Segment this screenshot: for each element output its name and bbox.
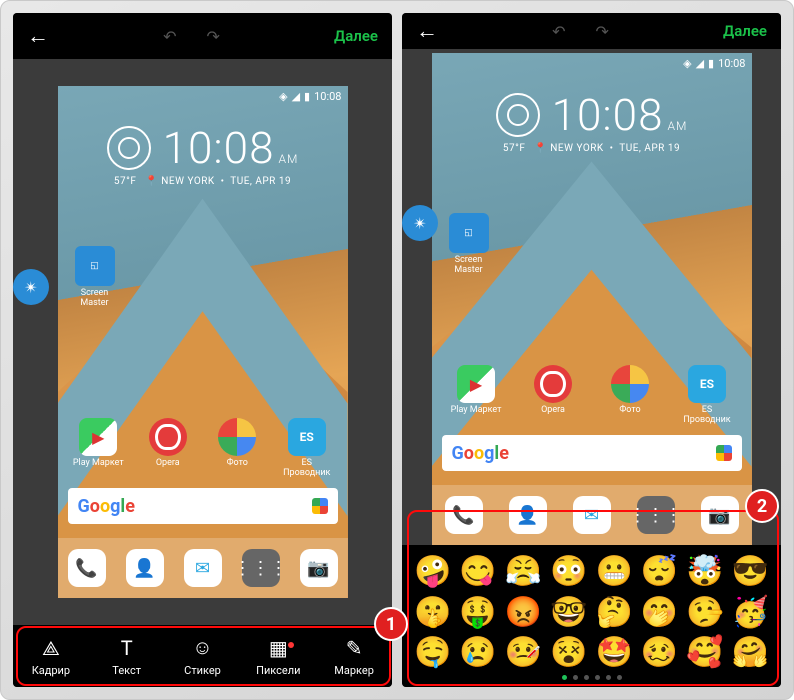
app-es[interactable]: ES Проводник [678, 365, 736, 425]
status-bar: ◈ ◢ ▮ 10:08 [58, 86, 348, 106]
wifi-icon: ◈ [279, 90, 287, 103]
app-play[interactable]: Play Маркет [69, 418, 127, 478]
screen-master-widget[interactable]: ◱Screen Master [444, 213, 494, 275]
battery-icon: ▮ [708, 57, 714, 70]
notification-dot [288, 642, 294, 648]
wifi-icon: ◈ [683, 57, 691, 70]
dock-phone[interactable]: 📞 [68, 549, 106, 587]
emoji-sticker[interactable]: 🤩 [594, 634, 635, 671]
back-button[interactable]: ← [416, 18, 438, 44]
emoji-sticker[interactable]: 🤒 [503, 634, 544, 671]
back-button[interactable]: ← [27, 23, 49, 49]
next-button[interactable]: Далее [334, 27, 378, 45]
dock-messages[interactable]: ✉ [184, 549, 222, 587]
undo-button[interactable]: ↶ [163, 27, 176, 46]
emoji-pager[interactable] [402, 673, 781, 687]
sticker-icon: ☺ [165, 635, 241, 660]
screen-master-widget[interactable]: ◱ Screen Master [70, 246, 120, 308]
redo-button[interactable]: ↷ [596, 22, 609, 41]
signal-icon: ◢ [292, 90, 300, 103]
emoji-panel: 🤪😋😤😳😬😴🤯😎 🤫🤑😡🤓🤔🤭🤥🥳 🤤😢🤒😵🤩🥴🥰🤗 [402, 545, 781, 687]
screen-master-icon: ◱ [75, 246, 115, 286]
emoji-sticker[interactable]: 😴 [639, 553, 680, 590]
emoji-sticker[interactable]: 🤤 [412, 634, 453, 671]
app-photo[interactable]: Фото [601, 365, 659, 425]
emoji-grid: 🤪😋😤😳😬😴🤯😎 🤫🤑😡🤓🤔🤭🤥🥳 🤤😢🤒😵🤩🥴🥰🤗 [402, 545, 781, 673]
dock-phone[interactable]: 📞 [445, 496, 483, 534]
google-search-bar[interactable]: Google [442, 435, 742, 471]
edit-canvas: ✴ ◈ ◢ ▮ 10:08 10:08AM 57°F 📍 NEW YORK • … [13, 59, 392, 625]
pixels-icon: ▦ [240, 636, 316, 660]
status-bar: ◈ ◢ ▮ 10:08 [432, 53, 752, 73]
dock-camera[interactable]: 📷 [300, 549, 338, 587]
dock-apps[interactable]: ⋮⋮⋮ [637, 496, 675, 534]
emoji-sticker[interactable]: 🤭 [639, 594, 680, 631]
app-photo[interactable]: Фото [208, 418, 266, 478]
weather-line: 57°F 📍 NEW YORK • TUE, APR 19 [58, 176, 348, 187]
marker-icon: ✎ [316, 636, 392, 660]
clock-widget: 10:08AM [58, 122, 348, 174]
callout-2: 2 [745, 489, 779, 523]
emoji-sticker[interactable]: 🤥 [684, 594, 725, 631]
emoji-sticker[interactable]: 😳 [548, 553, 589, 590]
app-opera[interactable]: Opera [139, 418, 197, 478]
dock-contacts[interactable]: 👤 [126, 549, 164, 587]
status-time: 10:08 [718, 57, 745, 70]
google-search-bar[interactable]: Google [68, 488, 338, 524]
phone-pane-right: ← ↶ ↷ Далее ✴ ◈ ◢ ▮ 10:08 10:08AM [402, 13, 781, 687]
app-play[interactable]: Play Маркет [447, 365, 505, 425]
emoji-sticker[interactable]: 😋 [457, 553, 498, 590]
emoji-sticker[interactable]: 😬 [594, 553, 635, 590]
tool-crop[interactable]: ⟁Кадрир [13, 636, 89, 677]
editor-topbar: ← ↶ ↷ Далее [13, 13, 392, 59]
emoji-sticker[interactable]: 🤗 [730, 634, 771, 671]
emoji-sticker[interactable]: 😡 [503, 594, 544, 631]
editor-topbar: ← ↶ ↷ Далее [402, 13, 781, 49]
app-es[interactable]: ES Проводник [278, 418, 336, 478]
signal-icon: ◢ [696, 57, 704, 70]
redo-button[interactable]: ↷ [207, 27, 220, 46]
dock-contacts[interactable]: 👤 [509, 496, 547, 534]
tool-sticker[interactable]: ☺Стикер [165, 635, 241, 677]
emoji-sticker[interactable]: 🥴 [639, 634, 680, 671]
app-opera[interactable]: Opera [524, 365, 582, 425]
google-logo: Google [78, 496, 135, 517]
emoji-sticker[interactable]: 🤔 [594, 594, 635, 631]
emoji-sticker[interactable]: 🤯 [684, 553, 725, 590]
dock-camera[interactable]: 📷 [701, 496, 739, 534]
emoji-sticker[interactable]: 🤑 [457, 594, 498, 631]
emoji-sticker[interactable]: 🤪 [412, 553, 453, 590]
tool-marker[interactable]: ✎Маркер [316, 636, 392, 677]
crop-icon: ⟁ [13, 636, 89, 660]
emoji-sticker[interactable]: 😵 [548, 634, 589, 671]
screenshot-preview: ◈ ◢ ▮ 10:08 10:08AM 57°F 📍 NEW YORK • TU… [432, 53, 752, 545]
emoji-sticker[interactable]: 🥳 [730, 594, 771, 631]
sun-icon [107, 126, 151, 170]
dock-messages[interactable]: ✉ [573, 496, 611, 534]
capture-fab[interactable]: ✴ [402, 205, 438, 241]
screenshot-preview: ◈ ◢ ▮ 10:08 10:08AM 57°F 📍 NEW YORK • TU… [58, 86, 348, 598]
next-button[interactable]: Далее [723, 22, 767, 40]
capture-fab[interactable]: ✴ [13, 269, 49, 305]
app-row: Play Маркет Opera Фото ES Проводник [58, 418, 348, 478]
status-time: 10:08 [314, 90, 341, 103]
undo-button[interactable]: ↶ [552, 22, 565, 41]
text-icon: T [89, 636, 165, 660]
edit-toolbar: ⟁Кадрир TТекст ☺Стикер ▦Пиксели ✎Маркер [13, 625, 392, 687]
phone-pane-left: ← ↶ ↷ Далее ✴ ◈ ◢ ▮ 10:08 [13, 13, 392, 687]
tool-pixels[interactable]: ▦Пиксели [240, 636, 316, 677]
emoji-sticker[interactable]: 😎 [730, 553, 771, 590]
edit-canvas: ✴ ◈ ◢ ▮ 10:08 10:08AM 57°F 📍 NEW YORK • … [402, 49, 781, 545]
callout-1: 1 [374, 607, 408, 641]
dock: 📞 👤 ✉ ⋮⋮⋮ 📷 [58, 538, 348, 598]
emoji-sticker[interactable]: 🤫 [412, 594, 453, 631]
emoji-sticker[interactable]: 🥰 [684, 634, 725, 671]
mic-icon[interactable] [312, 498, 328, 514]
emoji-sticker[interactable]: 😤 [503, 553, 544, 590]
dock-apps[interactable]: ⋮⋮⋮ [242, 549, 280, 587]
emoji-sticker[interactable]: 🤓 [548, 594, 589, 631]
battery-icon: ▮ [304, 90, 310, 103]
tool-text[interactable]: TТекст [89, 636, 165, 677]
emoji-sticker[interactable]: 😢 [457, 634, 498, 671]
